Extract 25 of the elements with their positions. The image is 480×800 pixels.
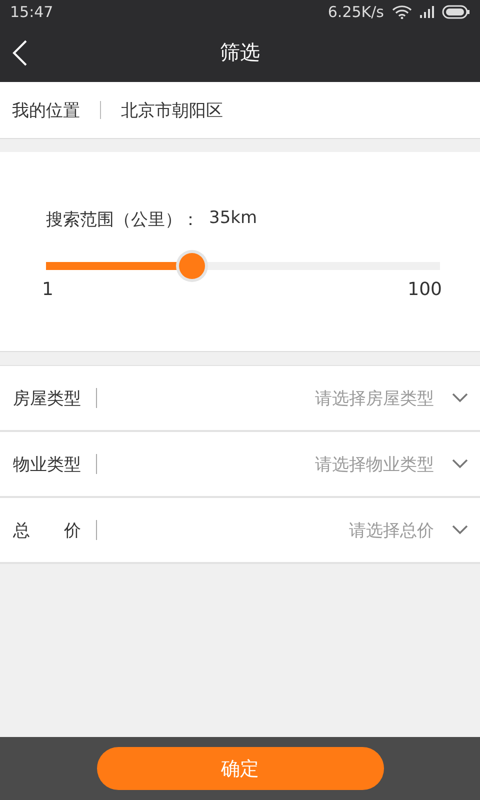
slider-thumb[interactable] (178, 253, 205, 279)
range-slider[interactable] (46, 253, 440, 279)
filter-label: 总 价 (13, 520, 81, 542)
range-min: 1 (42, 279, 54, 300)
chevron-down-icon[interactable] (452, 393, 468, 403)
screen-title: 筛选 (220, 39, 260, 66)
range-value: 35km (209, 208, 258, 230)
filter-dropdown[interactable]: 请选择物业类型 (315, 452, 434, 476)
status-time: 15:47 (10, 2, 54, 20)
chevron-down-icon[interactable] (452, 525, 468, 535)
battery-icon (442, 4, 470, 18)
location-value: 北京市朝阳区 (121, 100, 223, 122)
filter-dropdown[interactable]: 请选择总价 (349, 518, 434, 542)
filter-label: 房屋类型 (13, 388, 81, 410)
network-speed: 6.25K/s (328, 2, 384, 20)
confirm-button[interactable]: 确定 (96, 747, 384, 790)
back-icon[interactable] (12, 40, 28, 66)
filter-dropdown[interactable]: 请选择房屋类型 (315, 386, 434, 410)
range-label: 搜索范围（公里）： (46, 209, 199, 231)
filter-label: 物业类型 (13, 454, 81, 476)
location-label: 我的位置 (12, 100, 80, 122)
range-max: 100 (408, 279, 442, 300)
wifi-icon (392, 4, 412, 18)
signal-icon (420, 6, 434, 18)
chevron-down-icon[interactable] (452, 459, 468, 469)
